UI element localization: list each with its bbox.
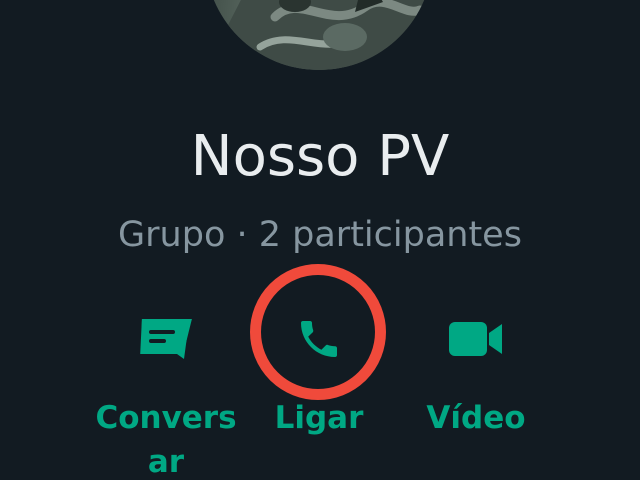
message-icon [135, 318, 193, 364]
video-camera-icon [449, 320, 503, 362]
group-participants-info[interactable]: Grupo · 2 participantes [0, 212, 640, 258]
message-button-label: Conversar [95, 400, 237, 480]
phone-icon [295, 315, 343, 367]
group-name: Nosso PV [190, 124, 450, 189]
group-avatar[interactable] [205, 0, 433, 70]
video-call-button-label: Vídeo [426, 400, 526, 436]
group-info-screen: Nosso PV Grupo · 2 participantes Convers… [0, 0, 640, 480]
call-button-label: Ligar [274, 400, 364, 436]
avatar-image [205, 0, 433, 70]
